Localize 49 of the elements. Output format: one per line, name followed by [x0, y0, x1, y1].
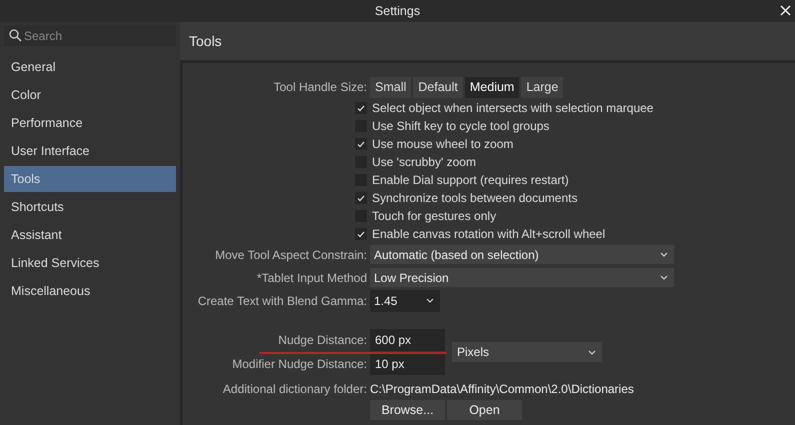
- sidebar-item[interactable]: Performance: [4, 110, 176, 136]
- page-title: Tools: [189, 33, 222, 49]
- input-field[interactable]: 10 px: [370, 353, 445, 375]
- sidebar-item[interactable]: Linked Services: [4, 250, 176, 276]
- checkbox-label: Use mouse wheel to zoom: [372, 137, 514, 151]
- checkbox-label: Enable Dial support (requires restart): [372, 173, 569, 187]
- size-option[interactable]: Default: [413, 76, 463, 98]
- sidebar-item[interactable]: Tools: [4, 166, 176, 192]
- dialog-button[interactable]: Browse...: [370, 400, 445, 420]
- dropdown[interactable]: Low Precision: [370, 268, 674, 287]
- setting-label: *Tablet Input Method: [256, 270, 367, 284]
- chevron-down-icon: [660, 252, 668, 257]
- unit-dropdown[interactable]: Pixels: [452, 342, 602, 362]
- sidebar-item[interactable]: Shortcuts: [4, 194, 176, 220]
- size-option[interactable]: Small: [370, 76, 412, 98]
- checkbox[interactable]: [355, 138, 367, 150]
- setting-label: Modifier Nudge Distance:: [232, 357, 367, 371]
- setting-label: Create Text with Blend Gamma:: [198, 294, 367, 308]
- close-icon[interactable]: [780, 5, 791, 16]
- checkbox-label: Use 'scrubby' zoom: [372, 155, 476, 169]
- size-option[interactable]: Medium: [464, 76, 520, 98]
- checkbox-label: Synchronize tools between documents: [372, 191, 578, 205]
- sidebar-item[interactable]: Color: [4, 82, 176, 108]
- checkbox-label: Touch for gestures only: [372, 209, 496, 223]
- chevron-down-icon: [588, 350, 596, 354]
- setting-label: Move Tool Aspect Constrain:: [215, 248, 367, 262]
- checkbox[interactable]: [355, 192, 367, 204]
- sidebar-item[interactable]: Assistant: [4, 222, 176, 248]
- checkbox[interactable]: [355, 228, 367, 240]
- chevron-down-icon: [660, 275, 668, 280]
- chevron-down-icon: [426, 298, 434, 303]
- checkbox[interactable]: [355, 102, 367, 114]
- sidebar-item[interactable]: Miscellaneous: [4, 278, 176, 304]
- sidebar-item[interactable]: User Interface: [4, 138, 176, 164]
- setting-label: Additional dictionary folder:: [222, 382, 367, 396]
- dropdown[interactable]: 1.45: [370, 290, 440, 312]
- dropdown[interactable]: Automatic (based on selection): [370, 245, 674, 264]
- checkbox-label: Use Shift key to cycle tool groups: [372, 119, 550, 133]
- setting-label: Tool Handle Size:: [274, 80, 367, 94]
- checkbox-label: Enable canvas rotation with Alt+scroll wheel: [372, 227, 606, 241]
- checkbox-label: Select object when intersects with selection marquee: [372, 101, 654, 115]
- sidebar-item[interactable]: General: [4, 54, 176, 80]
- input-field[interactable]: 600 px: [370, 329, 445, 351]
- folder-path: C:\ProgramData\Affinity\Common\2.0\Dictionaries: [370, 382, 635, 396]
- window-title: Settings: [374, 4, 420, 18]
- dialog-button[interactable]: Open: [447, 400, 522, 420]
- setting-label: Nudge Distance:: [278, 333, 367, 347]
- size-option[interactable]: Large: [521, 76, 564, 98]
- search-field[interactable]: Search: [4, 25, 176, 46]
